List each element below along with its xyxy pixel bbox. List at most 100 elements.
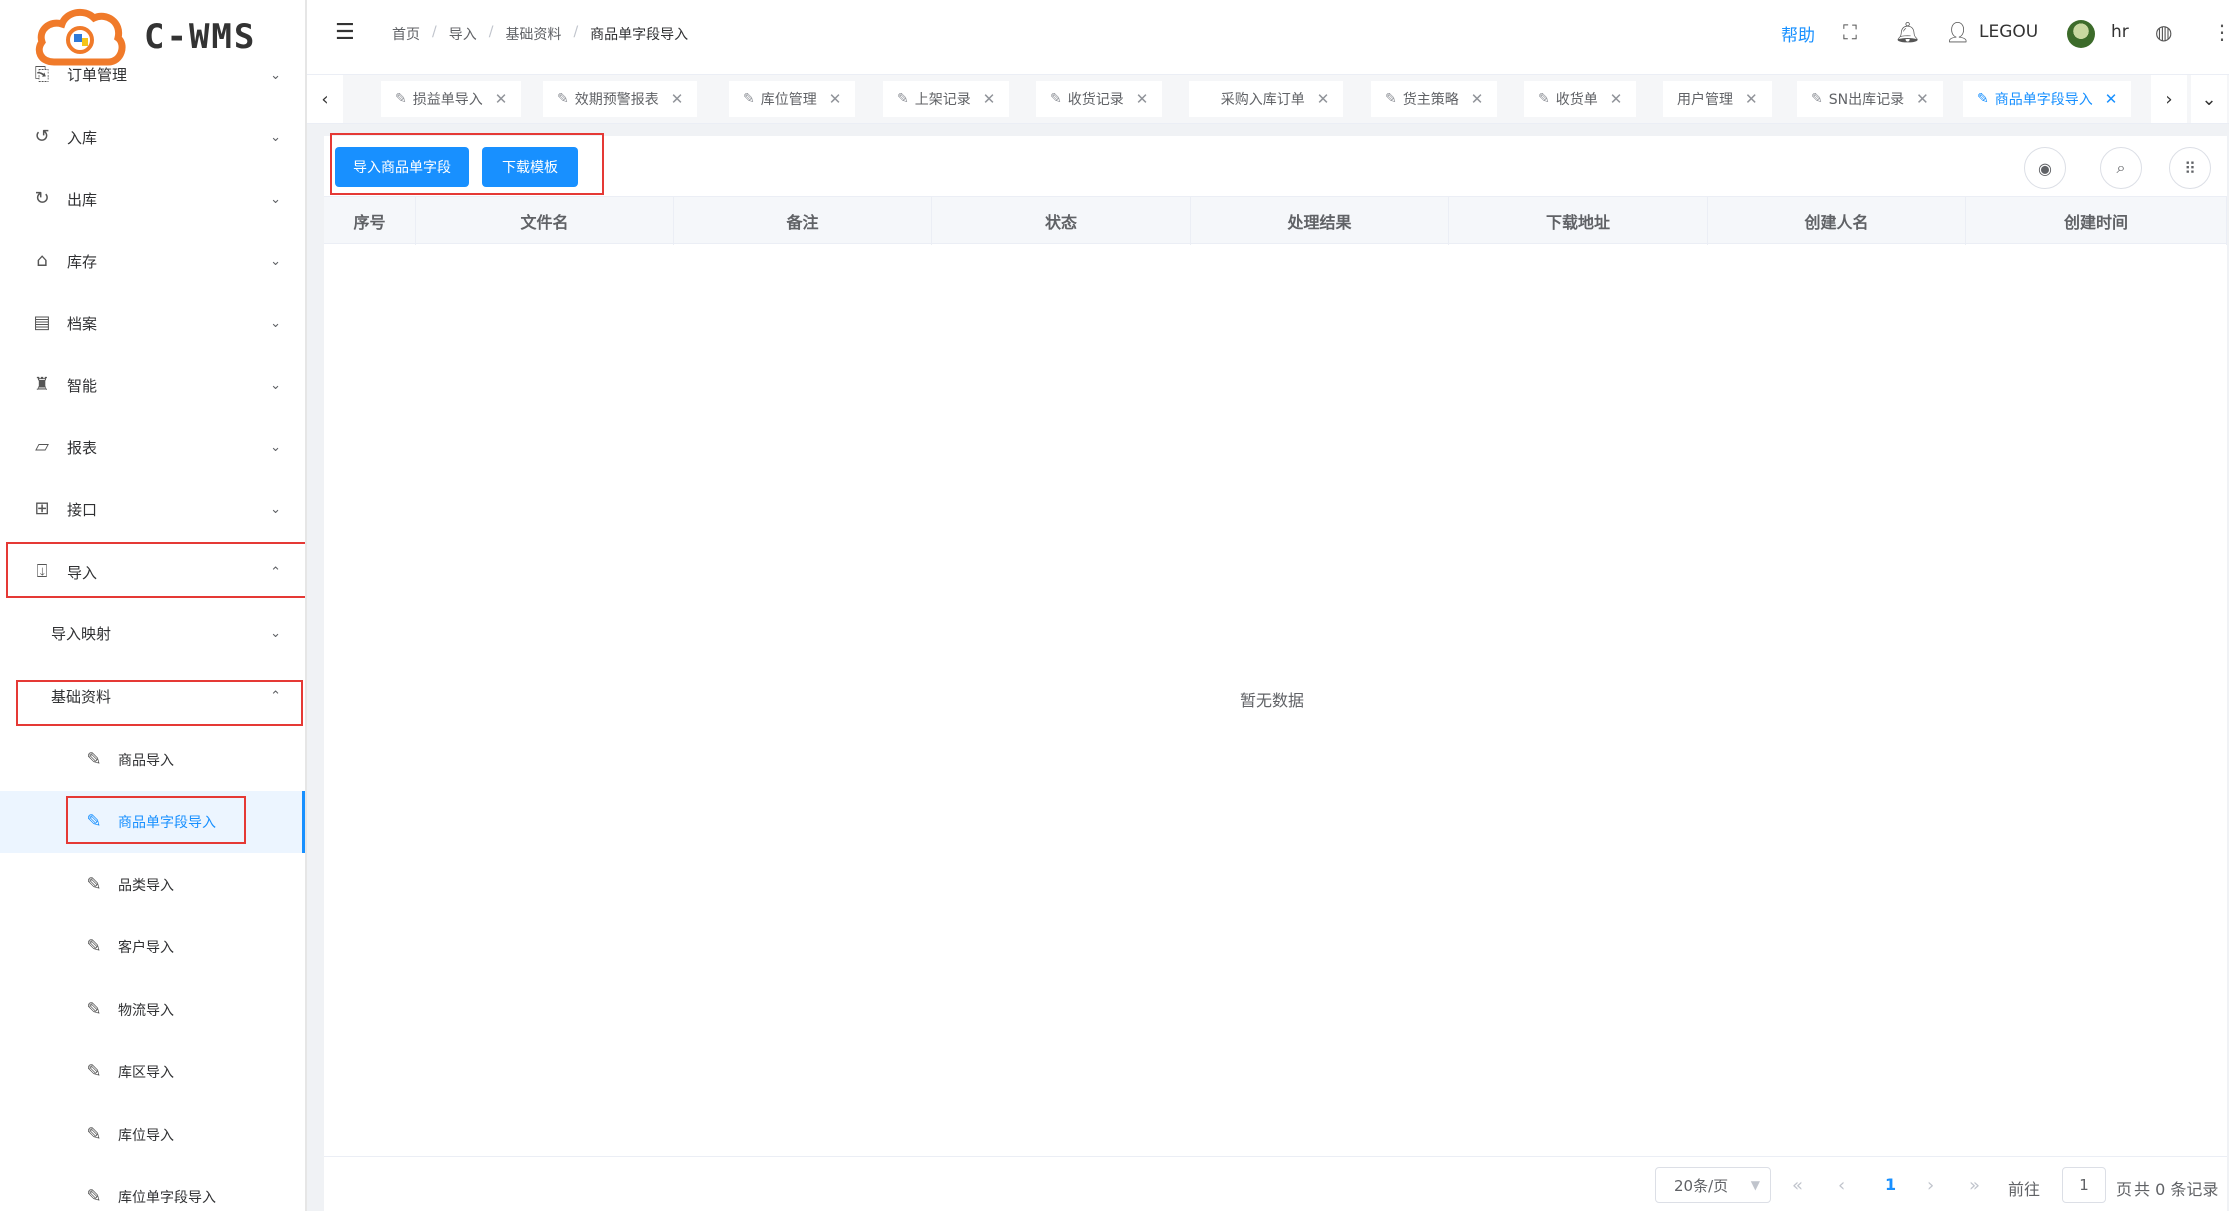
- help-link[interactable]: 帮助: [1781, 21, 1815, 46]
- close-icon[interactable]: ✕: [1916, 90, 1929, 108]
- page-size-value: 20条/页: [1674, 1176, 1729, 1195]
- page-size-select[interactable]: 20条/页 ▼: [1655, 1167, 1771, 1203]
- role-label[interactable]: hr: [2111, 22, 2129, 42]
- bell-icon[interactable]: 🔔︎: [1895, 20, 1920, 44]
- sidebar-leaf-customer-import[interactable]: ✎ 客户导入: [0, 916, 305, 978]
- tab-expiry-warning[interactable]: ✎ 效期预警报表 ✕: [543, 81, 698, 117]
- sidebar-item-label: 档案: [67, 314, 98, 333]
- close-icon[interactable]: ✕: [1136, 90, 1149, 108]
- tab-loss-import[interactable]: ✎ 损益单导入 ✕: [381, 81, 522, 117]
- sidebar-item-api[interactable]: ⊞ 接口 ⌄: [0, 478, 305, 540]
- chevron-down-icon: ⌄: [270, 501, 281, 517]
- first-page-icon[interactable]: «: [1792, 1175, 1803, 1196]
- sidebar-leaf-logistics-import[interactable]: ✎ 物流导入: [0, 979, 305, 1041]
- close-icon[interactable]: ✕: [983, 90, 996, 108]
- column-header-filename: 文件名: [416, 197, 674, 245]
- tags-scroll-right-button[interactable]: ›: [2151, 75, 2187, 123]
- tags-scroll-left-button[interactable]: ‹: [307, 75, 343, 123]
- order-icon: ⎘: [34, 64, 50, 85]
- globe-icon[interactable]: ◍: [2155, 20, 2172, 44]
- sidebar-item-report[interactable]: ▱ 报表 ⌄: [0, 416, 305, 478]
- breadcrumb-home[interactable]: 首页: [392, 24, 420, 44]
- tab-receiving-records[interactable]: ✎ 收货记录 ✕: [1036, 81, 1163, 117]
- tab-product-single-field-import[interactable]: ✎ 商品单字段导入 ✕: [1963, 81, 2132, 117]
- close-icon[interactable]: ✕: [1471, 90, 1484, 108]
- breadcrumb-basic-data[interactable]: 基础资料: [505, 24, 561, 44]
- breadcrumb-import[interactable]: 导入: [449, 24, 477, 44]
- column-header-download-url: 下载地址: [1449, 197, 1708, 245]
- search-icon[interactable]: ⌕: [2100, 147, 2142, 189]
- sidebar-leaf-location-import[interactable]: ✎ 库位导入: [0, 1104, 305, 1166]
- close-icon[interactable]: ✕: [1317, 90, 1330, 108]
- sidebar-item-archive[interactable]: ▤ 档案 ⌄: [0, 292, 305, 354]
- tags-menu-button[interactable]: ⌄: [2191, 75, 2227, 123]
- tab-user-management[interactable]: 用户管理 ✕: [1663, 81, 1772, 117]
- sidebar-item-label: 库区导入: [118, 1065, 174, 1081]
- edit-icon: ✎: [897, 91, 909, 107]
- edit-icon: ✎: [557, 91, 569, 107]
- sidebar-subitem-basic-data[interactable]: 基础资料 ⌃: [0, 665, 305, 727]
- close-icon[interactable]: ✕: [495, 90, 508, 108]
- sidebar-item-label: 物流导入: [118, 1003, 174, 1019]
- tab-purchase-orders[interactable]: ✎ 采购入库订单 ✕: [1189, 81, 1344, 117]
- chevron-down-icon: ⌄: [270, 439, 281, 455]
- sidebar-item-label: 接口: [67, 500, 98, 519]
- grid-icon[interactable]: ⠿: [2169, 147, 2211, 189]
- tab-receiving-orders[interactable]: ✎ 收货单 ✕: [1524, 81, 1637, 117]
- sidebar-item-orders[interactable]: ⎘ 订单管理 ⌄: [0, 44, 305, 106]
- sidebar-leaf-product-single-field-import[interactable]: ✎ 商品单字段导入: [0, 791, 305, 853]
- column-header-creator: 创建人名: [1708, 197, 1966, 245]
- edit-icon: ✎: [86, 1186, 102, 1207]
- chevron-down-icon: ⌄: [270, 129, 281, 145]
- edit-icon: ✎: [1977, 91, 1989, 107]
- sidebar-leaf-zone-import[interactable]: ✎ 库区导入: [0, 1041, 305, 1103]
- goto-page-input[interactable]: 1: [2062, 1167, 2106, 1203]
- tab-sn-outbound-records[interactable]: ✎ SN出库记录 ✕: [1797, 81, 1943, 117]
- sidebar-item-inbound[interactable]: ↺ 入库 ⌄: [0, 106, 305, 168]
- tags-view: ‹ ✎ 损益单导入 ✕ ✎ 效期预警报表 ✕ ✎ 库位管理 ✕ ✎ 上架记录 ✕…: [307, 74, 2229, 124]
- page-number-current[interactable]: 1: [1885, 1175, 1896, 1194]
- sidebar-leaf-product-import[interactable]: ✎ 商品导入: [0, 729, 305, 791]
- breadcrumb-separator: /: [573, 24, 579, 40]
- sidebar-item-label: 导入映射: [51, 624, 112, 643]
- sidebar-leaf-location-single-field-import[interactable]: ✎ 库位单字段导入: [0, 1166, 305, 1211]
- close-icon[interactable]: ✕: [1745, 90, 1758, 108]
- tab-owner-strategy[interactable]: ✎ 货主策略 ✕: [1371, 81, 1498, 117]
- sidebar-item-import[interactable]: ⍗ 导入 ⌃: [0, 541, 305, 603]
- close-icon[interactable]: ✕: [1610, 90, 1623, 108]
- api-icon: ⊞: [34, 498, 50, 519]
- sidebar-item-label: 商品导入: [118, 753, 174, 769]
- tab-label: 效期预警报表: [574, 92, 659, 108]
- fullscreen-icon[interactable]: ⛶: [1843, 20, 1857, 44]
- tab-putaway-records[interactable]: ✎ 上架记录 ✕: [883, 81, 1010, 117]
- more-vertical-icon[interactable]: ⋮: [2212, 20, 2229, 44]
- close-icon[interactable]: ✕: [829, 90, 842, 108]
- avatar[interactable]: [2067, 20, 2095, 48]
- sidebar-item-inventory[interactable]: ⌂ 库存 ⌄: [0, 230, 305, 292]
- sidebar-subitem-import-mapping[interactable]: 导入映射 ⌄: [0, 602, 305, 664]
- user-name[interactable]: LEGOU: [1979, 22, 2038, 42]
- archive-icon: ▤: [33, 312, 51, 333]
- breadcrumb-current: 商品单字段导入: [590, 27, 689, 43]
- sidebar-leaf-category-import[interactable]: ✎ 品类导入: [0, 854, 305, 916]
- sidebar-item-label: 库位导入: [118, 1128, 174, 1144]
- tab-location-management[interactable]: ✎ 库位管理 ✕: [729, 81, 856, 117]
- sidebar-item-smart[interactable]: ♜ 智能 ⌄: [0, 354, 305, 416]
- last-page-icon[interactable]: »: [1969, 1175, 1980, 1196]
- collapse-menu-icon[interactable]: ☰: [335, 20, 355, 45]
- close-icon[interactable]: ✕: [671, 90, 684, 108]
- tab-label: SN出库记录: [1828, 92, 1905, 108]
- import-product-field-button[interactable]: 导入商品单字段: [335, 147, 469, 187]
- goto-prefix: 前往: [2008, 1180, 2041, 1199]
- download-template-button[interactable]: 下载模板: [482, 147, 578, 187]
- edit-icon: ✎: [86, 1124, 102, 1145]
- chevron-down-icon: ⌄: [270, 253, 281, 269]
- eye-icon[interactable]: ◉: [2024, 147, 2066, 189]
- prev-page-icon[interactable]: ‹: [1838, 1175, 1845, 1196]
- close-icon[interactable]: ✕: [2105, 90, 2118, 108]
- sidebar-item-outbound[interactable]: ↻ 出库 ⌄: [0, 168, 305, 230]
- tab-label: 库位管理: [760, 92, 817, 108]
- next-page-icon[interactable]: ›: [1927, 1175, 1934, 1196]
- sidebar-item-label: 基础资料: [51, 687, 112, 706]
- sidebar-item-label: 库存: [67, 252, 98, 271]
